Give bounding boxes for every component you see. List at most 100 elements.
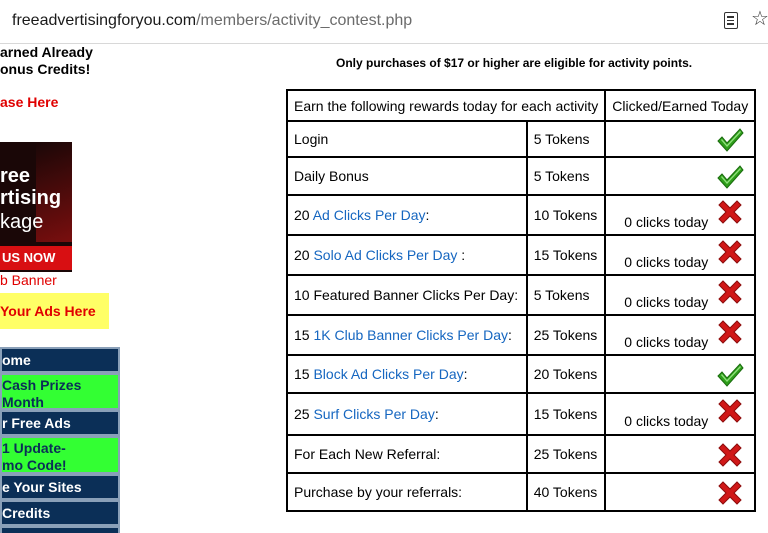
- table-row: For Each New Referral: 25 Tokens: [286, 434, 757, 474]
- activity-prefix: Daily Bonus: [294, 168, 369, 184]
- status-cell: 0 clicks today: [604, 194, 757, 236]
- clicks-today-text: 0 clicks today: [624, 413, 709, 429]
- activity-cell: 15 Block Ad Clicks Per Day:: [286, 354, 528, 394]
- activity-prefix: 20: [294, 207, 313, 223]
- browser-address-bar: freeadvertisingforyou.com/members/activi…: [0, 0, 768, 44]
- cross-icon: [718, 240, 742, 264]
- cross-icon: [718, 481, 742, 505]
- reward-cell: 20 Tokens: [525, 354, 607, 394]
- cross-icon: [718, 399, 742, 423]
- nav-item-partial[interactable]: [0, 526, 120, 533]
- checkmark-icon: [717, 363, 744, 387]
- cross-icon: [718, 443, 742, 467]
- club-banner-link[interactable]: b Banner: [0, 272, 57, 288]
- your-ads-here-label: Your Ads Here: [0, 303, 96, 319]
- reward-cell: 25 Tokens: [525, 314, 607, 356]
- url-path: /members/activity_contest.php: [196, 12, 413, 29]
- rewards-table: Earn the following rewards today for eac…: [285, 89, 757, 512]
- activity-suffix: :: [457, 247, 466, 263]
- table-row: 20 Solo Ad Clicks Per Day :15 Tokens 0 cl…: [286, 234, 757, 276]
- status-cell: [604, 156, 757, 196]
- table-header-row: Earn the following rewards today for eac…: [285, 89, 757, 122]
- earned-credits-heading: arned Already onus Credits!: [0, 44, 93, 77]
- activity-link[interactable]: Solo Ad Clicks Per Day: [313, 247, 457, 263]
- nav-item-cash-prizes[interactable]: Cash Prizes Month: [0, 373, 120, 410]
- activity-prefix: Purchase by your referrals:: [294, 484, 463, 500]
- url-domain: freeadvertisingforyou.com: [12, 12, 197, 29]
- activity-link[interactable]: Block Ad Clicks Per Day: [313, 366, 463, 382]
- table-row: Login 5 Tokens: [286, 120, 757, 158]
- activity-cell: For Each New Referral:: [286, 434, 528, 474]
- activity-suffix: :: [425, 207, 430, 223]
- status-cell: 0 clicks today: [604, 234, 757, 276]
- activity-prefix: 10 Featured Banner Clicks Per Day:: [294, 287, 519, 303]
- activity-prefix: 15: [294, 327, 314, 343]
- activity-cell: Login: [286, 120, 528, 158]
- activity-cell: 25 Surf Clicks Per Day:: [286, 392, 528, 436]
- left-sidebar: arned Already onus Credits! ase Here ree…: [0, 44, 125, 533]
- checkmark-icon: [717, 165, 744, 189]
- status-cell: [604, 434, 757, 474]
- activity-link[interactable]: 1K Club Banner Clicks Per Day: [313, 327, 508, 343]
- status-cell: [604, 120, 757, 158]
- table-row: 20 Ad Clicks Per Day: 10 Tokens 0 clicks t…: [286, 194, 757, 236]
- reward-cell: 15 Tokens: [525, 392, 607, 436]
- activity-suffix: :: [463, 366, 468, 382]
- checkmark-icon: [717, 128, 744, 152]
- activity-prefix: 25: [294, 406, 314, 422]
- nav-item-credits[interactable]: Credits: [0, 500, 120, 526]
- bookmark-star-icon[interactable]: ☆: [751, 9, 768, 29]
- nav-item-home[interactable]: ome: [0, 347, 120, 373]
- activity-prefix: 15: [294, 366, 314, 382]
- status-cell: 0 clicks today: [604, 392, 757, 436]
- nav-item-free-ads[interactable]: r Free Ads: [0, 410, 120, 436]
- table-row: 15 1K Club Banner Clicks Per Day: 25 Toke…: [286, 314, 757, 356]
- status-cell: [604, 354, 757, 394]
- activity-cell: 20 Solo Ad Clicks Per Day :: [286, 234, 528, 276]
- activity-suffix: :: [508, 327, 512, 343]
- activity-cell: Purchase by your referrals:: [286, 472, 528, 512]
- activity-suffix: :: [434, 406, 439, 422]
- clicks-today-text: 0 clicks today: [624, 254, 709, 270]
- cross-icon: [718, 280, 742, 304]
- nav-item-your-sites[interactable]: e Your Sites: [0, 474, 120, 500]
- eligibility-notice: Only purchases of $17 or higher are elig…: [336, 56, 693, 70]
- reward-cell: 5 Tokens: [525, 120, 607, 158]
- activity-column-header: Earn the following rewards today for eac…: [285, 89, 607, 122]
- status-cell: 0 clicks today: [604, 314, 757, 356]
- clicks-today-text: 0 clicks today: [624, 294, 709, 310]
- reward-cell: 10 Tokens: [525, 194, 607, 236]
- activity-cell: 20 Ad Clicks Per Day:: [286, 194, 528, 236]
- table-row: 15 Block Ad Clicks Per Day: 20 Tokens: [286, 354, 757, 394]
- purchase-link[interactable]: ase Here: [0, 94, 58, 110]
- activity-link[interactable]: Ad Clicks Per Day: [313, 207, 426, 223]
- cross-icon: [718, 200, 742, 224]
- activity-prefix: For Each New Referral:: [294, 446, 441, 462]
- activity-link[interactable]: Surf Clicks Per Day: [313, 406, 434, 422]
- table-row: 25 Surf Clicks Per Day: 15 Tokens 0 clicks…: [286, 392, 757, 436]
- reward-cell: 15 Tokens: [525, 234, 607, 276]
- status-cell: 0 clicks today: [604, 274, 757, 316]
- table-row: Daily Bonus 5 Tokens: [286, 156, 757, 196]
- table-row: Purchase by your referrals: 40 Tokens: [286, 472, 757, 512]
- clicks-today-text: 0 clicks today: [624, 334, 709, 350]
- reward-cell: 5 Tokens: [525, 156, 607, 196]
- activity-cell: 10 Featured Banner Clicks Per Day:: [286, 274, 528, 316]
- reward-cell: 25 Tokens: [525, 434, 607, 474]
- clicked-earned-column-header: Clicked/Earned Today: [604, 89, 757, 122]
- activity-cell: 15 1K Club Banner Clicks Per Day:: [286, 314, 528, 356]
- table-row: 10 Featured Banner Clicks Per Day: 5 Toke…: [286, 274, 757, 316]
- rewards-table-body: Login 5 Tokens Daily Bonus 5 Tokens 20 Ad Cl…: [286, 120, 757, 512]
- activity-cell: Daily Bonus: [286, 156, 528, 196]
- reader-view-icon[interactable]: [724, 12, 738, 29]
- nav-item-update-promo-code[interactable]: 1 Update- mo Code!: [0, 436, 120, 474]
- clicks-today-text: 0 clicks today: [624, 214, 709, 230]
- reward-cell: 40 Tokens: [525, 472, 607, 512]
- advertising-package-banner[interactable]: ree rtising kage US NOW: [0, 142, 72, 272]
- your-ads-here-box[interactable]: Your Ads Here: [0, 293, 109, 329]
- activity-prefix: 20: [294, 247, 314, 263]
- cross-icon: [718, 320, 742, 344]
- url-field[interactable]: freeadvertisingforyou.com/members/activi…: [12, 12, 412, 30]
- status-cell: [604, 472, 757, 512]
- activity-prefix: Login: [294, 131, 329, 147]
